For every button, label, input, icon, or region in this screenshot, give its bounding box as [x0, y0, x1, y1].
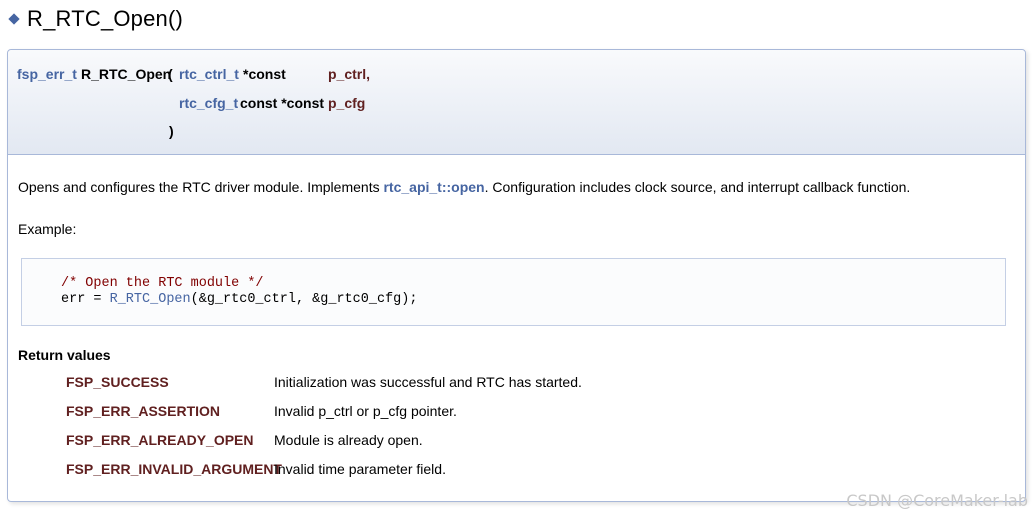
param1-type-link[interactable]: rtc_ctrl_t — [179, 66, 239, 82]
code-args: (&g_rtc0_ctrl, &g_rtc0_cfg); — [190, 292, 418, 307]
return-type-link[interactable]: fsp_err_t — [17, 66, 77, 82]
code-comment: /* Open the RTC module */ — [61, 276, 264, 291]
function-heading: R_RTC_Open() — [8, 4, 183, 34]
close-paren: ) — [169, 123, 174, 139]
function-prototype: fsp_err_t R_RTC_Open ( rtc_ctrl_t *const… — [8, 50, 1025, 155]
retval-name: FSP_ERR_ASSERTION — [66, 403, 221, 419]
retval-name: FSP_ERR_ALREADY_OPEN — [66, 432, 254, 448]
example-label: Example: — [18, 221, 77, 237]
code-function-link[interactable]: R_RTC_Open — [110, 292, 191, 307]
code-fragment: /* Open the RTC module */ err = R_RTC_Op… — [21, 258, 1006, 326]
open-paren: ( — [168, 66, 173, 82]
retval-desc: Invalid time parameter field. — [274, 461, 446, 477]
rtc-api-open-link[interactable]: rtc_api_t::open — [383, 179, 484, 195]
function-name: R_RTC_Open — [81, 66, 172, 82]
retval-desc: Module is already open. — [274, 432, 423, 448]
description-text-end: . Configuration includes clock source, a… — [484, 179, 911, 195]
code-assign: err = — [61, 292, 110, 307]
retval-desc: Initialization was successful and RTC ha… — [274, 374, 582, 390]
page-title: R_RTC_Open() — [27, 6, 184, 31]
retval-name: FSP_ERR_INVALID_ARGUMENT — [66, 461, 282, 477]
retval-name: FSP_SUCCESS — [66, 374, 169, 390]
param1-name: p_ctrl, — [328, 66, 371, 82]
retval-desc: Invalid p_ctrl or p_cfg pointer. — [274, 403, 457, 419]
diamond-bullet-icon — [8, 13, 20, 25]
code-line: err = R_RTC_Open(&g_rtc0_ctrl, &g_rtc0_c… — [61, 292, 417, 307]
param2-qualifier: const *const — [240, 95, 325, 111]
param1-qualifier: *const — [243, 66, 286, 82]
return-values-title: Return values — [18, 347, 111, 363]
param2-type-link[interactable]: rtc_cfg_t — [179, 95, 238, 111]
function-doc-box: fsp_err_t R_RTC_Open ( rtc_ctrl_t *const… — [7, 49, 1026, 502]
function-description: Opens and configures the RTC driver modu… — [18, 179, 910, 195]
param2-name: p_cfg — [328, 95, 366, 111]
description-text: Opens and configures the RTC driver modu… — [18, 179, 384, 195]
watermark: CSDN @CoreMaker-lab — [846, 491, 1028, 510]
